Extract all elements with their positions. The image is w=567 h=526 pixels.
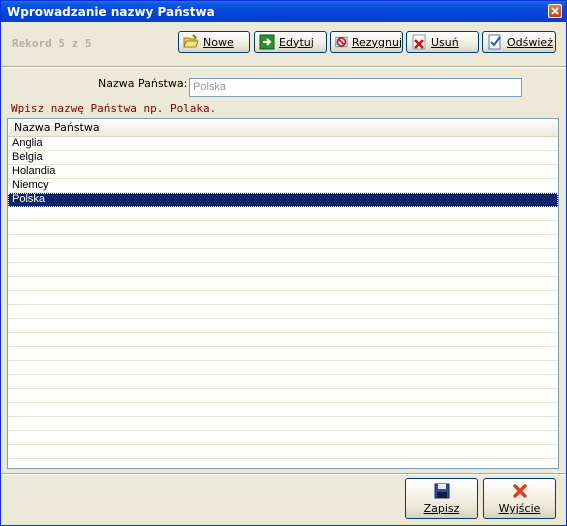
toolbar: Rekord 5 z 5 Nowe Edytuj Rezygnuj Usuń O… <box>1 23 566 65</box>
dialog-window: Wprowadzanie nazwy Państwa Rekord 5 z 5 … <box>0 0 567 526</box>
table-row[interactable]: Niemcy <box>8 179 558 193</box>
refresh-button[interactable]: Odśwież <box>482 31 556 53</box>
footer-divider <box>1 473 566 475</box>
refresh-button-label: Odśwież <box>507 35 553 49</box>
country-grid[interactable]: Nazwa Państwa Anglia Belgia Holandia Nie… <box>7 118 559 469</box>
delete-button-label: Usuń <box>431 35 459 49</box>
row-label: Anglia <box>12 137 43 149</box>
grid-header: Nazwa Państwa <box>8 119 558 137</box>
table-row[interactable]: Anglia <box>8 137 558 151</box>
close-icon <box>551 7 559 15</box>
row-label: Polska <box>12 193 46 205</box>
delete-x-icon <box>412 34 426 50</box>
cancel-button-label: Rezygnuj <box>351 35 402 49</box>
toolbar-divider <box>1 66 566 68</box>
floppy-disk-icon <box>434 483 450 499</box>
input-hint: Wpisz nazwę Państwa np. Polaka. <box>11 102 217 115</box>
row-label: Holandia <box>12 165 56 177</box>
record-counter: Rekord 5 z 5 <box>12 37 92 50</box>
edit-button[interactable]: Edytuj <box>254 31 327 53</box>
delete-button[interactable]: Usuń <box>406 31 479 53</box>
exit-x-icon <box>513 484 527 498</box>
save-button-label: Zapisz <box>423 502 460 515</box>
row-label: Niemcy <box>12 179 49 191</box>
new-button-label: Nowe <box>203 35 234 49</box>
exit-button[interactable]: Wyjście <box>483 478 556 519</box>
table-row[interactable]: Holandia <box>8 165 558 179</box>
edit-button-label: Edytuj <box>279 35 314 49</box>
exit-button-label: Wyjście <box>498 502 541 515</box>
row-label: Belgia <box>12 151 43 163</box>
column-header-country-name[interactable]: Nazwa Państwa <box>14 121 100 134</box>
cancel-icon <box>335 36 348 48</box>
save-button[interactable]: Zapisz <box>405 478 478 519</box>
country-name-input[interactable]: Polska <box>189 78 522 97</box>
cancel-button[interactable]: Rezygnuj <box>330 31 403 53</box>
new-button[interactable]: Nowe <box>178 31 250 53</box>
arrow-right-icon <box>259 34 275 50</box>
title-bar[interactable]: Wprowadzanie nazwy Państwa <box>1 1 566 22</box>
table-row[interactable]: Belgia <box>8 151 558 165</box>
country-name-label: Nazwa Państwa: <box>98 77 188 90</box>
window-title: Wprowadzanie nazwy Państwa <box>7 5 215 19</box>
refresh-check-icon <box>488 34 501 50</box>
close-button[interactable] <box>548 4 562 18</box>
table-row-selected[interactable]: Polska <box>8 193 558 207</box>
folder-open-icon <box>183 34 199 48</box>
